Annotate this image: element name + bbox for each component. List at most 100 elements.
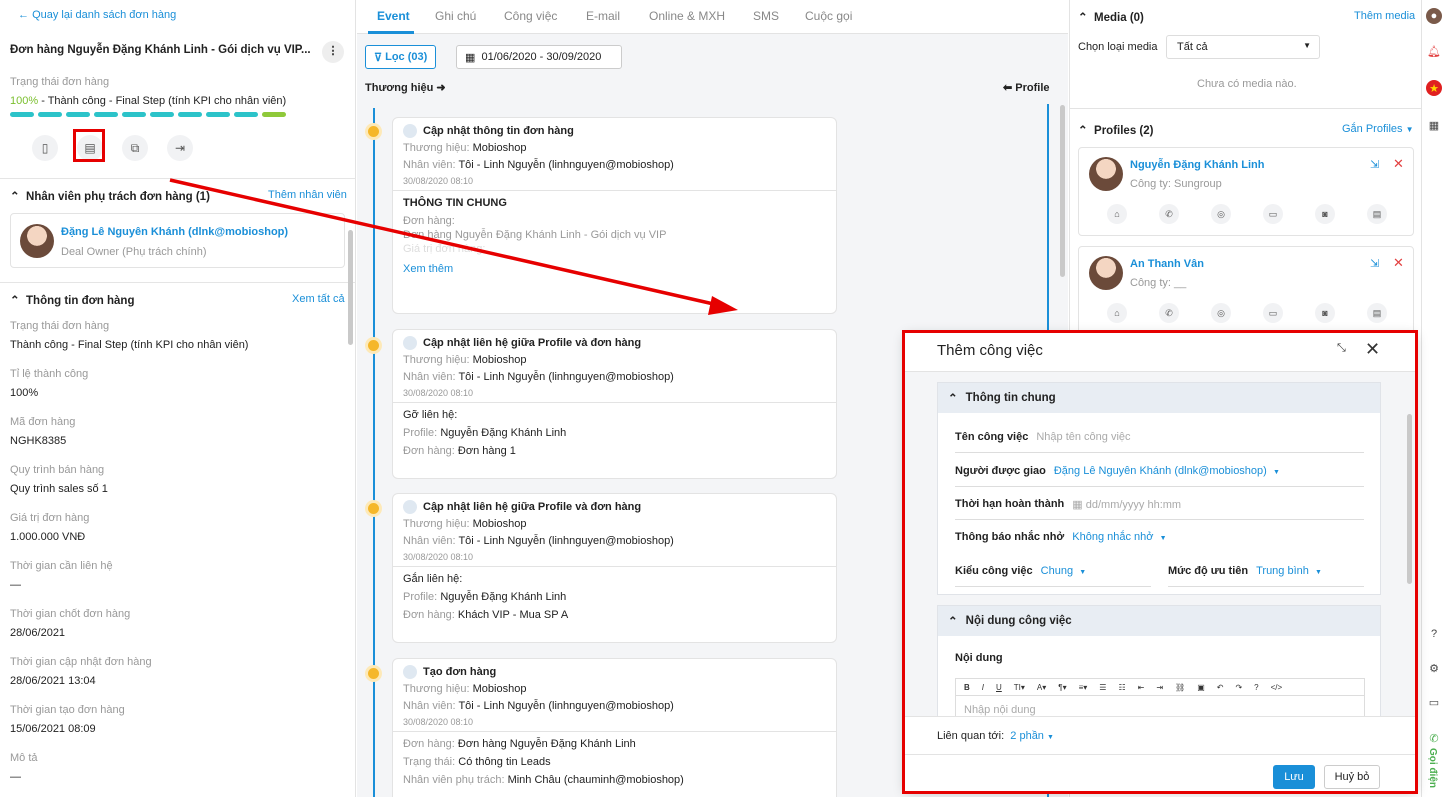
phone-call-icon[interactable]: ✆ [1426,730,1442,746]
star-flag-icon[interactable]: ★ [1426,80,1442,96]
profile-name[interactable]: Nguyễn Đặng Khánh Linh [1130,159,1264,171]
tab-email[interactable]: E-mail [586,9,620,23]
camera-icon[interactable]: ◙ [1315,303,1335,323]
call-label[interactable]: Gọi điện [1427,748,1438,788]
avatar [1089,157,1123,191]
id-card-icon[interactable]: ▭ [1263,204,1283,224]
assignee-select[interactable]: Đặng Lê Nguyên Khánh (dlnk@mobioshop) ▼ [1054,465,1280,477]
media-section-title[interactable]: ⌃ Media (0) [1078,10,1144,24]
deadline-field: Thời hạn hoàn thành ▦ dd/mm/yyyy hh:mm [955,498,1364,520]
monitor-icon[interactable]: ▭ [1426,694,1442,710]
scrollbar[interactable] [348,230,353,345]
ordered-list-icon[interactable]: ☰ [1099,683,1106,692]
filter-button[interactable]: ⊽ Lọc (03) [365,45,437,69]
help-icon[interactable]: ? [1254,683,1258,692]
back-link[interactable]: ← Quay lại danh sách đơn hàng [18,9,176,21]
user-icon [403,124,417,138]
messenger-icon[interactable]: ◎ [1211,204,1231,224]
help-icon[interactable]: ? [1426,626,1442,642]
paragraph-icon[interactable]: ¶▾ [1058,683,1066,692]
caret-down-icon: ▼ [1303,41,1311,50]
info-section-title[interactable]: ⌃ Thông tin đơn hàng [10,293,134,307]
arrow-left-circle-icon[interactable]: ⬅ [1003,82,1012,94]
arrow-right-circle-icon[interactable]: ➜ [436,82,445,94]
id-card-icon[interactable]: ▭ [1263,303,1283,323]
phone-icon[interactable]: ✆ [1159,303,1179,323]
settings-icon[interactable]: ⚙ [1426,660,1442,676]
profiles-section-title[interactable]: ⌃ Profiles (2) [1078,123,1153,137]
add-staff-link[interactable]: Thêm nhân viên [268,189,347,201]
tab-notes[interactable]: Ghi chú [435,9,476,23]
remove-icon[interactable]: ✕ [1393,156,1404,172]
gift-icon[interactable]: ▦ [1426,117,1442,133]
chat-icon[interactable]: ▤ [1367,303,1387,323]
see-all-link[interactable]: Xem tất cả [292,293,345,305]
user-avatar-icon[interactable]: ● [1426,8,1442,24]
staff-name[interactable]: Đặng Lê Nguyên Khánh (dlnk@mobioshop) [61,226,288,238]
phone-icon[interactable]: ✆ [1159,204,1179,224]
deadline-input[interactable]: ▦ dd/mm/yyyy hh:mm [1072,498,1181,511]
image-icon[interactable]: ▣ [1197,683,1205,692]
home-icon[interactable]: ⌂ [1107,204,1127,224]
save-button[interactable]: Lưu [1273,765,1315,789]
code-icon[interactable]: </> [1271,683,1283,692]
copy-icon[interactable]: ⧉ [122,135,148,161]
text-size-icon[interactable]: TI▾ [1014,683,1025,692]
action-toolbar: ▯ ▤ ⧉ ⇥ [32,135,193,161]
minimize-icon[interactable]: ⤡ [1337,342,1346,355]
profile-name[interactable]: An Thanh Vân [1130,258,1204,270]
staff-section-title[interactable]: ⌃ Nhân viên phụ trách đơn hàng (1) [10,189,210,203]
italic-icon[interactable]: I [982,683,984,692]
field-label: Thời gian cập nhật đơn hàng [10,656,152,668]
priority-select[interactable]: Trung bình ▼ [1256,565,1322,577]
messenger-icon[interactable]: ◎ [1211,303,1231,323]
task-type-select[interactable]: Chung ▼ [1041,565,1086,577]
scrollbar[interactable] [1060,105,1065,277]
outdent-icon[interactable]: ⇤ [1138,683,1145,692]
link-icon[interactable]: ⛓ [1175,683,1185,692]
add-media-link[interactable]: Thêm media [1354,10,1415,22]
task-name-input[interactable]: Nhập tên công việc [1036,431,1130,443]
open-profile-icon[interactable]: ⇲ [1370,257,1379,270]
field-value: 28/06/2021 [10,627,66,639]
related-select[interactable]: 2 phần ▼ [1010,730,1054,742]
tab-online[interactable]: Online & MXH [649,9,725,23]
bold-icon[interactable]: B [964,683,970,692]
tab-calls[interactable]: Cuộc gọi [805,9,852,23]
remove-icon[interactable]: ✕ [1393,255,1404,271]
undo-icon[interactable]: ↶ [1217,683,1224,692]
chat-icon[interactable]: ▤ [1367,204,1387,224]
tab-tasks[interactable]: Công việc [504,9,557,23]
tab-event[interactable]: Event [377,9,410,23]
home-icon[interactable]: ⌂ [1107,303,1127,323]
task-content-header[interactable]: ⌃ Nội dung công việc [938,606,1380,636]
indent-icon[interactable]: ⇥ [1156,683,1163,692]
progress-step [150,112,174,117]
bullet-list-icon[interactable]: ☷ [1118,683,1125,692]
more-options-icon[interactable]: ⋮ [322,41,344,63]
camera-icon[interactable]: ◙ [1315,204,1335,224]
export-icon[interactable]: ⇥ [167,135,193,161]
align-icon[interactable]: ≡▾ [1079,683,1088,692]
font-color-icon[interactable]: A▾ [1037,683,1046,692]
date-range-picker[interactable]: ▦ 01/06/2020 - 30/09/2020 [456,45,622,69]
tab-sms[interactable]: SMS [753,9,779,23]
close-icon[interactable]: ✕ [1365,339,1380,360]
owner-key: Nhân viên phụ trách: [403,774,505,786]
bell-icon[interactable]: 🔔︎ [1426,43,1442,59]
event-body-title: THÔNG TIN CHUNG [403,197,507,209]
media-type-select[interactable]: Tất cả ▼ [1166,35,1320,59]
see-more-link[interactable]: Xem thêm [403,263,826,275]
mobile-icon[interactable]: ▯ [32,135,58,161]
order-key: Đơn hàng: [403,609,455,621]
underline-icon[interactable]: U [996,683,1002,692]
general-info-section: ⌃ Thông tin chung Tên công việc Nhập tên c… [937,382,1381,595]
caret-down-icon: ▼ [1079,569,1087,576]
redo-icon[interactable]: ↷ [1235,683,1242,692]
general-info-header[interactable]: ⌃ Thông tin chung [938,383,1380,413]
scrollbar[interactable] [1407,414,1412,584]
reminder-select[interactable]: Không nhắc nhở ▼ [1072,531,1166,543]
attach-profiles-link[interactable]: Gắn Profiles ▼ [1342,123,1414,135]
cancel-button[interactable]: Huỷ bỏ [1324,765,1380,789]
open-profile-icon[interactable]: ⇲ [1370,158,1379,171]
